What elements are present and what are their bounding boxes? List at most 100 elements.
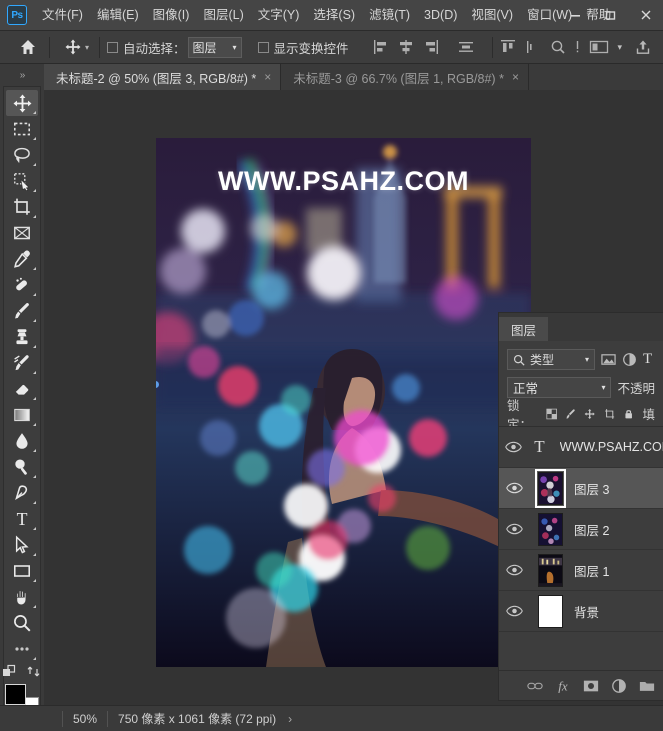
layer-visibility-toggle[interactable] bbox=[499, 523, 530, 535]
new-fill-adjustment-icon[interactable] bbox=[611, 678, 627, 694]
lock-image-icon[interactable] bbox=[565, 407, 576, 421]
table-row[interactable]: 图层 2 bbox=[499, 509, 663, 550]
table-row[interactable]: 图层 3 bbox=[499, 468, 663, 509]
align-vertical-icon[interactable] bbox=[525, 39, 541, 55]
tool-zoom[interactable] bbox=[6, 610, 38, 636]
layer-thumbnail-cell[interactable] bbox=[530, 553, 570, 587]
link-layers-icon[interactable] bbox=[527, 678, 543, 694]
layer-visibility-toggle[interactable] bbox=[499, 482, 530, 494]
layer-thumbnail[interactable] bbox=[537, 553, 563, 587]
layer-name[interactable]: 图层 3 bbox=[574, 479, 609, 498]
tool-eyedropper[interactable] bbox=[6, 246, 38, 272]
document-canvas[interactable]: WWW.PSAHZ.COM bbox=[156, 138, 531, 667]
show-transform-checkbox-group[interactable]: 显示变换控件 bbox=[257, 38, 349, 57]
active-tool-chip[interactable]: ▾ bbox=[61, 36, 92, 58]
exclamation-icon[interactable] bbox=[575, 39, 580, 55]
tool-pen[interactable] bbox=[6, 480, 38, 506]
layer-thumbnail[interactable] bbox=[537, 594, 563, 628]
new-group-icon[interactable] bbox=[639, 678, 655, 694]
auto-select-checkbox[interactable] bbox=[107, 41, 119, 53]
three-d-mode-icon[interactable] bbox=[589, 39, 609, 55]
lock-position-icon[interactable] bbox=[584, 407, 596, 421]
align-center-h-icon[interactable] bbox=[398, 39, 414, 55]
tool-spot-healing-brush[interactable] bbox=[6, 272, 38, 298]
layer-visibility-toggle[interactable] bbox=[499, 605, 530, 617]
maximize-icon[interactable] bbox=[593, 0, 628, 30]
tool-horizontal-type[interactable]: T bbox=[6, 506, 38, 532]
adjustment-filter-icon[interactable] bbox=[622, 352, 637, 367]
layer-thumbnail[interactable] bbox=[537, 512, 563, 546]
menu-type[interactable]: 文字(Y) bbox=[251, 3, 307, 27]
layer-list[interactable]: T WWW.PSAHZ.COM 图层 3 图层 2 图层 1 背景 bbox=[499, 426, 663, 670]
align-top-icon[interactable] bbox=[500, 39, 516, 55]
zoom-level[interactable]: 50% bbox=[73, 712, 97, 726]
chevron-down-icon[interactable]: ▾ bbox=[85, 43, 89, 52]
layer-visibility-toggle[interactable] bbox=[499, 564, 530, 576]
close-icon[interactable]: × bbox=[512, 70, 519, 84]
auto-select-scope-dropdown[interactable]: 图层 ▾ bbox=[187, 36, 242, 58]
document-tab-active[interactable]: 未标题-2 @ 50% (图层 3, RGB/8#) * × bbox=[44, 64, 282, 90]
tool-gradient[interactable] bbox=[6, 402, 38, 428]
tab-layers[interactable]: 图层 bbox=[499, 317, 549, 341]
table-row[interactable]: T WWW.PSAHZ.COM bbox=[499, 427, 663, 468]
layer-thumbnail-cell[interactable] bbox=[530, 512, 570, 546]
add-layer-mask-icon[interactable] bbox=[583, 678, 599, 694]
layer-name[interactable]: WWW.PSAHZ.COM bbox=[560, 440, 663, 454]
layer-style-fx-icon[interactable]: fx bbox=[555, 678, 571, 694]
menu-select[interactable]: 选择(S) bbox=[306, 3, 362, 27]
layer-thumbnail[interactable] bbox=[534, 468, 566, 508]
tool-blur[interactable] bbox=[6, 428, 38, 454]
tool-move[interactable] bbox=[6, 90, 38, 116]
type-filter-icon[interactable]: T bbox=[643, 351, 652, 368]
layer-name[interactable]: 图层 1 bbox=[574, 561, 609, 580]
auto-select-checkbox-group[interactable]: 自动选择： bbox=[107, 38, 186, 57]
tool-history-brush[interactable] bbox=[6, 350, 38, 376]
tool-path-selection[interactable] bbox=[6, 532, 38, 558]
menu-filter[interactable]: 滤镜(T) bbox=[362, 3, 417, 27]
default-colors-icon[interactable] bbox=[2, 664, 18, 680]
tool-hand[interactable] bbox=[6, 584, 38, 610]
foreground-color-swatch[interactable] bbox=[5, 684, 26, 705]
close-icon[interactable] bbox=[628, 0, 663, 30]
layer-visibility-toggle[interactable] bbox=[499, 441, 527, 453]
lock-transparent-icon[interactable] bbox=[545, 407, 557, 421]
tool-clone-stamp[interactable] bbox=[6, 324, 38, 350]
lock-all-icon[interactable] bbox=[623, 407, 634, 421]
tool-rectangle[interactable] bbox=[6, 558, 38, 584]
menu-edit[interactable]: 编辑(E) bbox=[90, 3, 146, 27]
menu-layer[interactable]: 图层(L) bbox=[196, 3, 250, 27]
close-icon[interactable]: × bbox=[264, 70, 271, 84]
menu-view[interactable]: 视图(V) bbox=[464, 3, 520, 27]
menu-image[interactable]: 图像(I) bbox=[146, 3, 197, 27]
lock-artboard-icon[interactable] bbox=[604, 407, 615, 421]
table-row[interactable]: 图层 1 bbox=[499, 550, 663, 591]
layer-thumbnail-cell[interactable] bbox=[530, 468, 570, 508]
chevron-right-icon[interactable]: › bbox=[288, 712, 292, 726]
menu-3d[interactable]: 3D(D) bbox=[417, 3, 464, 27]
tool-edit-toolbar[interactable] bbox=[6, 636, 38, 662]
tool-lasso[interactable] bbox=[6, 142, 38, 168]
show-transform-checkbox[interactable] bbox=[257, 41, 269, 53]
layer-name[interactable]: 图层 2 bbox=[574, 520, 609, 539]
tool-rectangular-marquee[interactable] bbox=[6, 116, 38, 142]
home-icon[interactable] bbox=[14, 35, 42, 59]
tool-dodge[interactable] bbox=[6, 454, 38, 480]
share-icon[interactable] bbox=[635, 39, 651, 55]
menu-file[interactable]: 文件(F) bbox=[35, 3, 90, 27]
tool-frame[interactable] bbox=[6, 220, 38, 246]
document-tab-inactive[interactable]: 未标题-3 @ 66.7% (图层 1, RGB/8#) * × bbox=[281, 64, 529, 90]
align-left-icon[interactable] bbox=[373, 39, 389, 55]
chevron-down-icon[interactable]: ▾ bbox=[618, 42, 623, 53]
tool-crop[interactable] bbox=[6, 194, 38, 220]
layer-filter-type-dropdown[interactable]: 类型 ▾ bbox=[507, 349, 595, 370]
table-row[interactable]: 背景 bbox=[499, 591, 663, 632]
layer-thumbnail-cell[interactable] bbox=[530, 594, 570, 628]
collapse-panels-icon[interactable]: » bbox=[0, 64, 44, 86]
search-icon[interactable] bbox=[550, 39, 566, 55]
minimize-icon[interactable] bbox=[558, 0, 593, 30]
layer-name[interactable]: 背景 bbox=[574, 602, 599, 621]
swap-colors-icon[interactable] bbox=[26, 664, 42, 680]
align-right-icon[interactable] bbox=[423, 39, 439, 55]
distribute-icon[interactable] bbox=[458, 39, 474, 55]
tool-quick-selection[interactable] bbox=[6, 168, 38, 194]
